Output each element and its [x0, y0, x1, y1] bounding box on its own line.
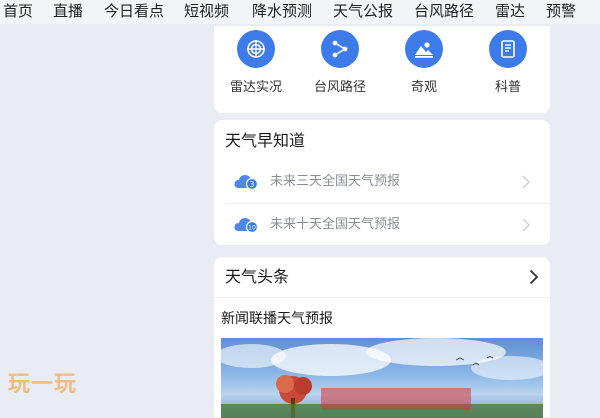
quick-item-science[interactable]: 科普 — [473, 30, 543, 96]
forecast-card: 天气早知道 3 未来三天全国天气预报 10 未来十天全国天气预报 — [214, 120, 550, 245]
radar-icon — [237, 30, 275, 68]
nav-warning[interactable]: 预警 — [546, 2, 576, 20]
news-card: 天气头条 新闻联播天气预报 — [214, 257, 550, 418]
quick-label-science: 科普 — [494, 80, 521, 95]
nav-live[interactable]: 直播 — [53, 2, 83, 20]
forecast-row-10-day[interactable]: 10 未来十天全国天气预报 — [214, 204, 550, 246]
news-card-title[interactable]: 天气头条 — [225, 267, 289, 287]
nav-radar[interactable]: 雷达 — [495, 2, 525, 20]
nav-short-video[interactable]: 短视频 — [184, 2, 229, 20]
forecast-row-label: 未来十天全国天气预报 — [270, 217, 401, 232]
chevron-right-icon — [522, 174, 530, 193]
forecast-row-label: 未来三天全国天气预报 — [270, 174, 401, 189]
news-headline[interactable]: 新闻联播天气预报 — [221, 310, 333, 328]
top-nav: 首页 直播 今日看点 短视频 降水预测 天气公报 台风路径 雷达 预警 — [0, 0, 600, 24]
nav-today[interactable]: 今日看点 — [104, 2, 164, 20]
quick-item-radar[interactable]: 雷达实况 — [221, 30, 291, 96]
chevron-right-icon[interactable] — [529, 269, 539, 289]
nav-home[interactable]: 首页 — [3, 2, 33, 20]
chevron-right-icon — [522, 217, 530, 236]
quick-item-wonders[interactable]: 奇观 — [389, 30, 459, 96]
nav-typhoon[interactable]: 台风路径 — [414, 2, 474, 20]
quick-item-typhoon[interactable]: 台风路径 — [305, 30, 375, 96]
cloud-10-icon: 10 — [233, 216, 259, 238]
svg-text:10: 10 — [248, 225, 256, 232]
book-icon — [489, 30, 527, 68]
watermark-logo: 玩一玩 — [8, 372, 78, 397]
quick-label-wonders: 奇观 — [410, 80, 437, 95]
quick-access-card: 雷达实况 台风路径 奇观 科普 — [214, 26, 550, 113]
svg-text:3: 3 — [250, 180, 255, 189]
forecast-row-3-day[interactable]: 3 未来三天全国天气预报 — [214, 161, 550, 203]
divider — [214, 297, 550, 298]
nav-precipitation[interactable]: 降水预测 — [252, 2, 312, 20]
landscape-icon — [405, 30, 443, 68]
quick-label-radar: 雷达实况 — [229, 80, 282, 95]
typhoon-path-icon — [321, 30, 359, 68]
quick-label-typhoon: 台风路径 — [313, 80, 366, 95]
news-thumbnail[interactable] — [221, 338, 543, 418]
cloud-3-icon: 3 — [233, 173, 259, 195]
forecast-card-title: 天气早知道 — [225, 131, 306, 150]
nav-weather-bulletin[interactable]: 天气公报 — [333, 2, 393, 20]
